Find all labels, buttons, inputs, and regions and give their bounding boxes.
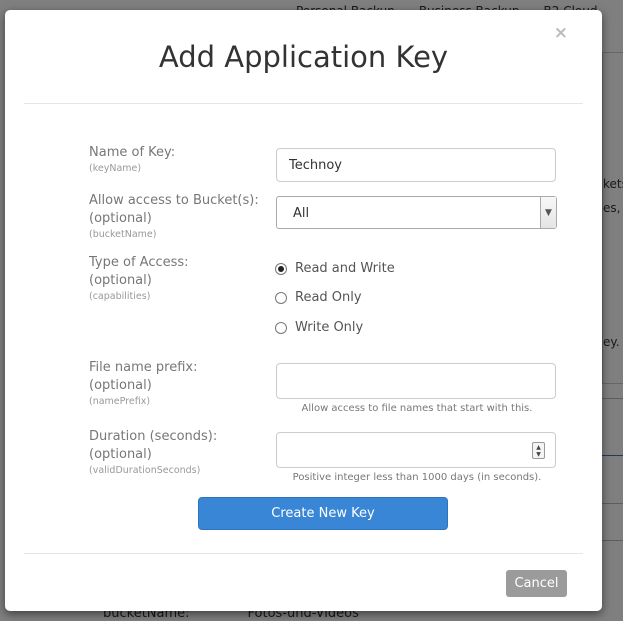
- duration-help-text: Positive integer less than 1000 days (in…: [292, 472, 542, 483]
- create-new-key-button[interactable]: Create New Key: [198, 497, 448, 530]
- dialog-title: Add Application Key: [158, 40, 449, 74]
- duration-label: Duration (seconds): (optional) (validDur…: [89, 429, 218, 476]
- add-application-key-dialog: × Add Application Key Name of Key: (keyN…: [5, 10, 602, 611]
- radio-unchecked-icon[interactable]: [275, 291, 287, 304]
- key-name-label: Name of Key: (keyName): [89, 145, 176, 174]
- duration-input[interactable]: ▲ ▼: [276, 432, 556, 468]
- radio-checked-icon[interactable]: [275, 262, 287, 275]
- footer-divider: [24, 553, 583, 554]
- prefix-input[interactable]: [276, 363, 556, 399]
- chevron-down-icon[interactable]: ▼: [540, 197, 556, 228]
- cancel-button[interactable]: Cancel: [506, 570, 567, 597]
- radio-label: Read Only: [295, 290, 362, 305]
- key-name-input[interactable]: [276, 148, 556, 182]
- access-type-label: Type of Access: (optional) (capabilities…: [89, 255, 189, 302]
- header-divider: [24, 103, 583, 104]
- bucket-select-value: All: [293, 206, 310, 221]
- access-type-hint: (capabilities): [89, 291, 151, 302]
- bucket-label: Allow access to Bucket(s): (optional) (b…: [89, 193, 259, 240]
- bucket-hint: (bucketName): [89, 229, 157, 240]
- duration-hint: (validDurationSeconds): [89, 465, 201, 476]
- prefix-hint: (namePrefix): [89, 396, 151, 407]
- spinner-arrows-icon[interactable]: ▲ ▼: [532, 442, 545, 459]
- prefix-help-text: Allow access to file names that start wi…: [301, 403, 533, 414]
- bucket-select[interactable]: All ▼: [276, 196, 557, 229]
- radio-unchecked-icon[interactable]: [275, 321, 287, 334]
- radio-label: Read and Write: [295, 261, 395, 276]
- key-name-hint: (keyName): [89, 163, 142, 174]
- radio-write-only[interactable]: Write Only: [275, 320, 363, 335]
- radio-read-only[interactable]: Read Only: [275, 290, 362, 305]
- prefix-label: File name prefix: (optional) (namePrefix…: [89, 360, 198, 407]
- radio-label: Write Only: [295, 320, 364, 335]
- radio-read-and-write[interactable]: Read and Write: [275, 261, 395, 276]
